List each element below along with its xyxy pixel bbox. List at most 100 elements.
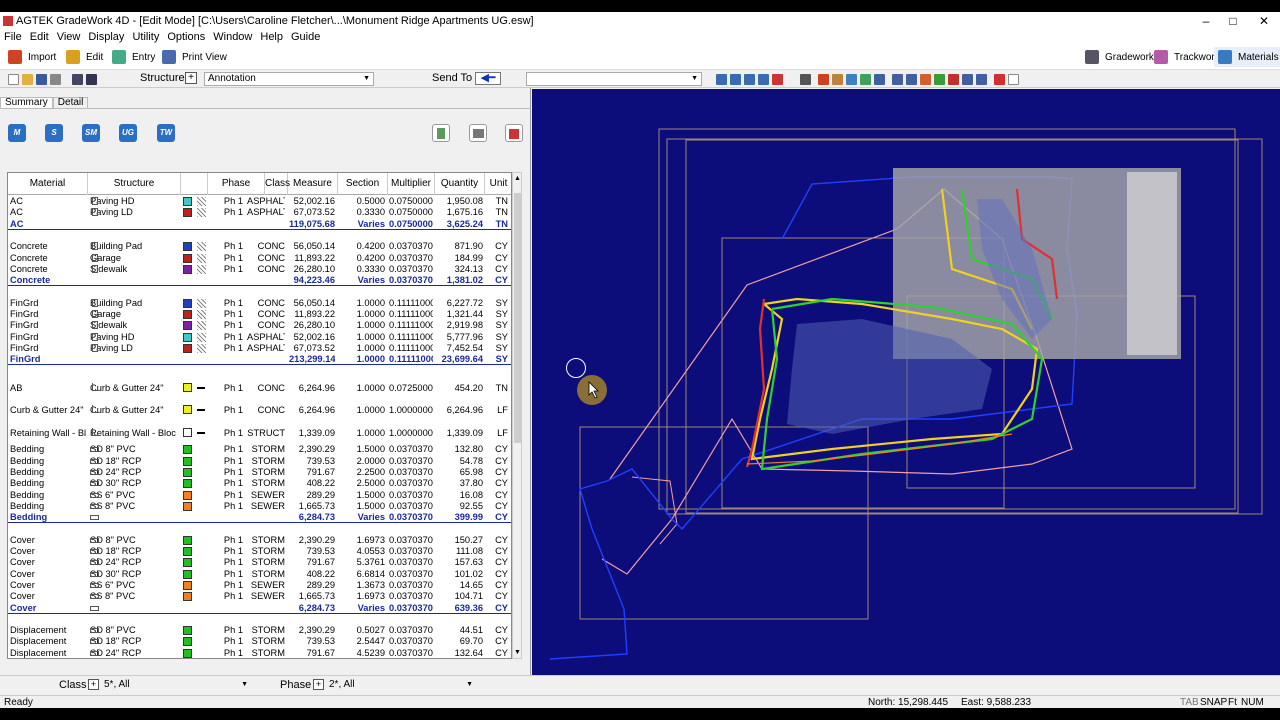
table-row[interactable]: Concrete Garage Ph 1 CONC 11,893.22 0.4200 0.0… <box>8 253 511 264</box>
column-header[interactable]: Unit <box>485 173 511 195</box>
color-swatch[interactable] <box>183 592 192 602</box>
color-swatch[interactable] <box>183 535 192 545</box>
print-view-button[interactable]: Print View <box>162 47 227 67</box>
table-row[interactable]: FinGrd Building Pad Ph 1 CONC 56,050.14 1.000… <box>8 298 511 309</box>
column-header-swatch[interactable] <box>181 173 208 195</box>
hatch-pattern-icon[interactable] <box>197 197 206 206</box>
copy-icon[interactable] <box>976 73 987 85</box>
home-icon[interactable] <box>818 73 829 85</box>
underground-mode-button[interactable]: UG <box>119 124 137 142</box>
color-swatch[interactable] <box>183 242 192 252</box>
grid-view-icon[interactable] <box>72 73 83 85</box>
send-to-arrow-icon[interactable]: ◀━ <box>475 72 501 85</box>
polyline-icon[interactable] <box>892 73 903 85</box>
table-row[interactable]: Bedding SS 6" PVC Ph 1 SEWER 289.29 1.5000 0.0… <box>8 490 511 501</box>
eraser-icon[interactable] <box>920 73 931 85</box>
table-row[interactable]: Retaining Wall - Bloc Retaining Wall - Bl… <box>8 422 511 444</box>
menu-display[interactable]: Display <box>84 31 128 43</box>
class-filter-dropdown[interactable]: 5*, All ▼ <box>101 679 251 693</box>
color-swatch[interactable] <box>183 637 192 647</box>
scroll-up-icon[interactable]: ▲ <box>514 175 521 182</box>
zoom-out-icon[interactable] <box>730 73 741 85</box>
zoom-in-icon[interactable] <box>716 73 727 85</box>
table-total-row[interactable]: Bedding 6,284.73 Varies 0.03703700 399.99 CY <box>8 512 511 524</box>
color-swatch[interactable] <box>183 253 192 263</box>
color-swatch[interactable] <box>183 479 192 489</box>
tab-summary[interactable]: Summary <box>0 97 53 108</box>
table-row[interactable]: Cover SD 30" RCP Ph 1 STORM 408.22 6.6814 0.03… <box>8 569 511 580</box>
line-style-icon[interactable] <box>197 386 205 389</box>
phase-add-button[interactable]: + <box>313 679 324 690</box>
delete-icon[interactable] <box>994 73 1005 85</box>
column-header[interactable]: Class <box>265 173 290 195</box>
move-icon[interactable] <box>934 73 945 85</box>
color-swatch[interactable] <box>183 580 192 590</box>
class-add-button[interactable]: + <box>88 679 99 690</box>
scroll-thumb[interactable] <box>514 193 521 443</box>
color-swatch[interactable] <box>183 332 192 342</box>
color-swatch[interactable] <box>183 558 192 568</box>
table-row[interactable]: Cover SD 18" RCP Ph 1 STORM 739.53 4.0553 0.03… <box>8 546 511 557</box>
table-row[interactable]: Curb & Gutter 24" Curb & Gutter 24" Ph 1 CO… <box>8 399 511 421</box>
color-swatch[interactable] <box>183 456 192 466</box>
menu-file[interactable]: File <box>0 31 26 43</box>
table-total-row[interactable]: Cover 6,284.73 Varies 0.03703700 639.36 CY <box>8 603 511 614</box>
table-row[interactable]: Bedding SS 8" PVC Ph 1 SEWER 1,665.73 1.5000 0… <box>8 501 511 512</box>
table-total-row[interactable]: FinGrd 213,299.14 1.0000 0.11111000 23,699.6… <box>8 354 511 366</box>
column-header[interactable]: Material <box>8 173 88 195</box>
gradework-button[interactable]: Gradework <box>1085 47 1154 67</box>
save-icon[interactable] <box>36 73 47 85</box>
table-row[interactable]: Concrete Building Pad Ph 1 CONC 56,050.14 0.4… <box>8 241 511 252</box>
swap-icon[interactable] <box>948 73 959 85</box>
table-row[interactable]: Bedding SD 8" PVC Ph 1 STORM 2,390.29 1.5000 0… <box>8 444 511 455</box>
table-row[interactable]: Bedding SD 30" RCP Ph 1 STORM 408.22 2.5000 0.… <box>8 478 511 489</box>
zoom-window-icon[interactable] <box>744 73 755 85</box>
trackwork-mode-button[interactable]: TW <box>157 124 175 142</box>
hatch-pattern-icon[interactable] <box>197 264 206 274</box>
column-header[interactable]: Multiplier <box>388 173 435 195</box>
menu-guide[interactable]: Guide <box>287 31 324 43</box>
column-header[interactable]: Section <box>338 173 388 195</box>
menu-utility[interactable]: Utility <box>128 31 163 43</box>
trim-icon[interactable] <box>962 73 973 85</box>
menu-view[interactable]: View <box>53 31 85 43</box>
color-swatch[interactable] <box>183 626 192 636</box>
scroll-down-icon[interactable]: ▼ <box>514 649 521 656</box>
table-row[interactable]: AC Paving LD Ph 1 ASPHALT 67,073.52 0.3330 0.0… <box>8 207 511 218</box>
color-swatch[interactable] <box>183 547 192 556</box>
print-icon[interactable] <box>50 73 61 85</box>
phase-filter-dropdown[interactable]: 2*, All ▼ <box>326 679 476 693</box>
select-icon[interactable] <box>846 73 857 85</box>
color-swatch[interactable] <box>183 343 192 353</box>
structure-materials-button[interactable]: SM <box>82 124 100 142</box>
menu-options[interactable]: Options <box>163 31 209 43</box>
line-icon[interactable] <box>874 73 885 85</box>
materials-mode-button[interactable]: M <box>8 124 26 142</box>
color-swatch[interactable] <box>183 321 192 331</box>
hatch-pattern-icon[interactable] <box>197 253 206 263</box>
filter-icon[interactable] <box>906 73 917 85</box>
table-total-row[interactable]: AC 119,075.68 Varies 0.07500000 3,625.24 TN <box>8 219 511 230</box>
hatch-pattern-icon[interactable] <box>197 242 206 252</box>
menu-window[interactable]: Window <box>209 31 256 43</box>
color-swatch[interactable] <box>183 569 192 579</box>
table-row[interactable]: FinGrd Sidewalk Ph 1 CONC 26,280.10 1.0000 0.1… <box>8 320 511 331</box>
column-header[interactable]: Quantity <box>435 173 485 195</box>
pdf-icon[interactable] <box>505 124 523 142</box>
column-header[interactable]: Measure <box>288 173 338 195</box>
trackwork-button[interactable]: Trackwork <box>1154 47 1220 67</box>
import-button[interactable]: Import <box>8 47 56 67</box>
tab-detail[interactable]: Detail <box>52 97 89 108</box>
color-swatch[interactable] <box>183 310 192 319</box>
table-row[interactable]: Cover SD 8" PVC Ph 1 STORM 2,390.29 1.6973 0.0… <box>8 535 511 546</box>
color-swatch[interactable] <box>183 197 192 206</box>
list-view-icon[interactable] <box>86 73 97 85</box>
table-row[interactable]: Bedding SD 24" RCP Ph 1 STORM 791.67 2.2500 0.… <box>8 467 511 478</box>
hatch-pattern-icon[interactable] <box>197 208 206 218</box>
menu-help[interactable]: Help <box>256 31 287 43</box>
hatch-pattern-icon[interactable] <box>197 298 206 308</box>
export-icon[interactable] <box>432 124 450 142</box>
zoom-extents-icon[interactable] <box>758 73 769 85</box>
line-style-icon[interactable] <box>197 409 205 412</box>
print-icon[interactable] <box>469 124 487 142</box>
